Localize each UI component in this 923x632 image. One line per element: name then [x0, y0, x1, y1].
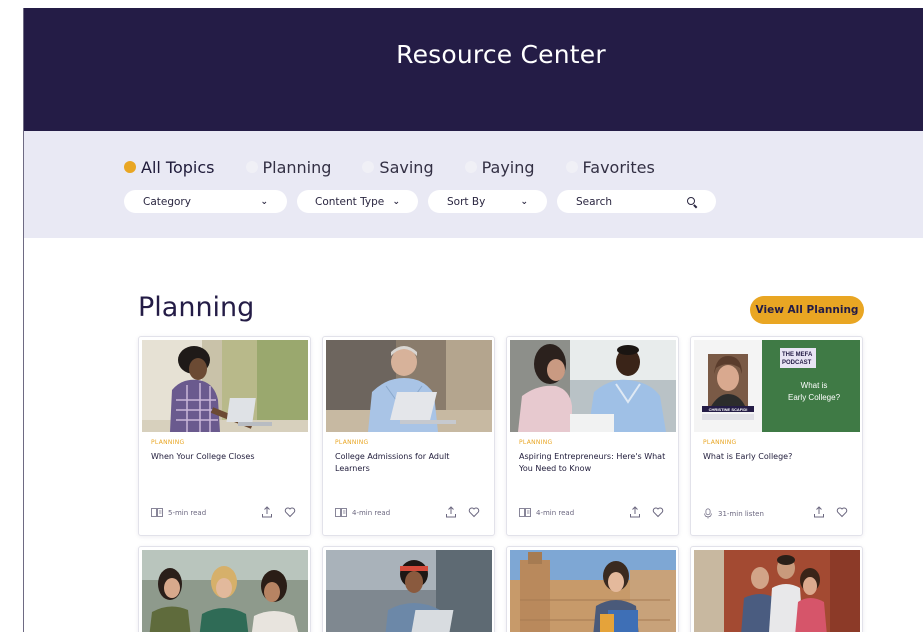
heart-icon[interactable] — [284, 506, 296, 518]
book-icon — [519, 508, 531, 517]
category-tag: PLANNING — [703, 439, 737, 446]
podcast-caption-line1: What is — [801, 381, 828, 390]
podcast-caption-line2: Early College? — [788, 393, 841, 402]
card-actions — [802, 506, 848, 518]
tab-paying[interactable]: Paying — [464, 157, 535, 177]
article-title: What is Early College? — [703, 452, 793, 461]
book-icon — [151, 508, 163, 517]
podcast-badge-line2: PODCAST — [782, 360, 812, 366]
tab-favorites[interactable]: Favorites — [565, 157, 655, 177]
card-actions — [434, 506, 480, 518]
article-thumbnail — [510, 340, 676, 432]
search-icon[interactable] — [687, 196, 697, 207]
podcast-card[interactable]: CHRISTINE SCAFIDI THE MEFA PODCAST What … — [690, 336, 863, 536]
reading-time: 5-min read — [151, 508, 206, 517]
radio-dot-icon — [362, 161, 375, 173]
content-type-select-label: Content Type — [315, 195, 385, 208]
article-title: Aspiring Entrepreneurs: Here's What You … — [519, 452, 666, 473]
view-all-planning-button[interactable]: View All Planning — [750, 296, 864, 324]
category-tag: PLANNING — [519, 439, 553, 446]
radio-dot-icon — [565, 161, 578, 173]
reading-time-label: 4-min read — [352, 508, 391, 517]
article-card[interactable] — [690, 546, 863, 632]
filter-controls: Category ⌄ Content Type ⌄ Sort By ⌄ — [124, 190, 726, 213]
radio-dot-icon — [245, 161, 258, 173]
category-tag: PLANNING — [335, 439, 369, 446]
microphone-icon — [704, 508, 712, 519]
search-box[interactable] — [557, 190, 716, 213]
card-actions — [618, 506, 664, 518]
tab-planning[interactable]: Planning — [245, 157, 332, 177]
podcast-thumbnail: CHRISTINE SCAFIDI THE MEFA PODCAST What … — [694, 340, 860, 432]
reading-time-label: 4-min read — [536, 508, 575, 517]
search-input[interactable] — [576, 195, 676, 208]
article-thumbnail — [694, 550, 860, 632]
share-icon[interactable] — [813, 506, 825, 518]
hero-banner: Resource Center — [24, 8, 923, 131]
radio-dot-icon — [124, 161, 136, 173]
tab-label: Planning — [262, 157, 332, 177]
tab-label: Paying — [481, 157, 535, 177]
sort-by-select-label: Sort By — [447, 195, 486, 208]
article-card[interactable] — [506, 546, 679, 632]
book-icon — [335, 508, 347, 517]
article-card[interactable] — [322, 546, 495, 632]
tab-label: Favorites — [582, 157, 655, 177]
article-thumbnail — [510, 550, 676, 632]
share-icon[interactable] — [629, 506, 641, 518]
topic-tabs: All Topics Planning Saving Paying Favori… — [124, 155, 686, 179]
article-thumbnail — [142, 340, 308, 432]
chevron-down-icon: ⌄ — [520, 196, 528, 207]
tab-saving[interactable]: Saving — [362, 157, 434, 177]
chevron-down-icon: ⌄ — [260, 196, 268, 207]
page-title: Resource Center — [396, 40, 606, 69]
filter-bar: All Topics Planning Saving Paying Favori… — [24, 131, 923, 238]
heart-icon[interactable] — [836, 506, 848, 518]
podcast-guest-name: CHRISTINE SCAFIDI — [709, 407, 748, 412]
article-title: When Your College Closes — [151, 452, 255, 461]
page-frame: Resource Center All Topics Planning Savi… — [23, 8, 923, 632]
podcast-badge-line1: THE MEFA — [782, 352, 813, 358]
tab-label: Saving — [379, 157, 434, 177]
listen-time: 31-min listen — [703, 508, 764, 519]
reading-time: 4-min read — [335, 508, 390, 517]
article-thumbnail — [142, 550, 308, 632]
article-card[interactable]: PLANNING When Your College Closes 5-min … — [138, 336, 311, 536]
heart-icon[interactable] — [468, 506, 480, 518]
tab-label: All Topics — [141, 157, 215, 177]
article-card[interactable] — [138, 546, 311, 632]
category-select[interactable]: Category ⌄ — [124, 190, 287, 213]
category-tag: PLANNING — [151, 439, 185, 446]
share-icon[interactable] — [445, 506, 457, 518]
radio-dot-icon — [464, 161, 477, 173]
content-type-select[interactable]: Content Type ⌄ — [297, 190, 418, 213]
reading-time-label: 5-min read — [168, 508, 207, 517]
category-select-label: Category — [143, 195, 191, 208]
article-card[interactable]: PLANNING Aspiring Entrepreneurs: Here's … — [506, 336, 679, 536]
sort-by-select[interactable]: Sort By ⌄ — [428, 190, 547, 213]
share-icon[interactable] — [261, 506, 273, 518]
chevron-down-icon: ⌄ — [392, 196, 400, 207]
listen-time-label: 31-min listen — [718, 509, 764, 518]
article-title: College Admissions for Adult Learners — [335, 452, 450, 473]
heart-icon[interactable] — [652, 506, 664, 518]
tab-all-topics[interactable]: All Topics — [124, 158, 215, 177]
section-title: Planning — [138, 292, 255, 323]
article-card[interactable]: PLANNING College Admissions for Adult Le… — [322, 336, 495, 536]
reading-time: 4-min read — [519, 508, 574, 517]
article-thumbnail — [326, 340, 492, 432]
article-thumbnail — [326, 550, 492, 632]
card-actions — [250, 506, 296, 518]
